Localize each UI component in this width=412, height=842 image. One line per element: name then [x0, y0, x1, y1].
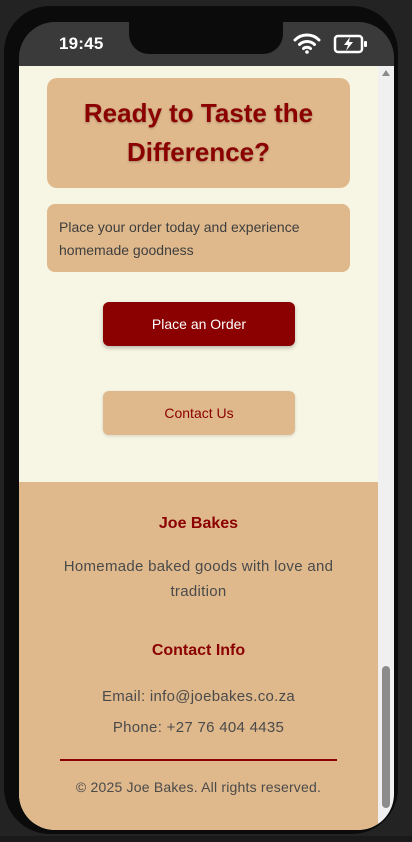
status-bar: 19:45: [19, 22, 394, 66]
page-content: Ready to Taste the Difference? Place you…: [19, 66, 378, 830]
bottom-edge: [0, 836, 412, 842]
place-order-button[interactable]: Place an Order: [103, 302, 295, 346]
notch: [129, 22, 283, 54]
footer-brand: Joe Bakes: [158, 515, 239, 532]
contact-info-heading: Contact Info: [151, 642, 246, 659]
footer: Joe Bakes Homemade baked goods with love…: [19, 482, 378, 830]
cta-heading-card: Ready to Taste the Difference?: [47, 78, 350, 188]
contact-us-button[interactable]: Contact Us: [103, 391, 295, 435]
cta-heading: Ready to Taste the Difference?: [83, 98, 314, 167]
copyright-text: © 2025 Joe Bakes. All rights reserved.: [75, 779, 322, 795]
scrollbar[interactable]: [378, 66, 394, 830]
footer-tagline: Homemade baked goods with love and tradi…: [63, 558, 334, 600]
contact-email[interactable]: Email: info@joebakes.co.za: [19, 688, 378, 705]
phone-screen: 19:45 Ready to Taste the Difference? Pla…: [19, 22, 394, 830]
battery-charging-icon: [333, 34, 369, 59]
scroll-up-arrow-icon[interactable]: [382, 70, 390, 76]
wifi-icon: [293, 32, 321, 59]
status-time: 19:45: [59, 34, 104, 53]
phone-frame: 19:45 Ready to Taste the Difference? Pla…: [4, 6, 398, 834]
footer-divider: [60, 759, 337, 761]
cta-subtext: Place your order today and experience ho…: [47, 204, 350, 272]
contact-phone[interactable]: Phone: +27 76 404 4435: [19, 719, 378, 736]
scroll-thumb[interactable]: [382, 666, 390, 808]
